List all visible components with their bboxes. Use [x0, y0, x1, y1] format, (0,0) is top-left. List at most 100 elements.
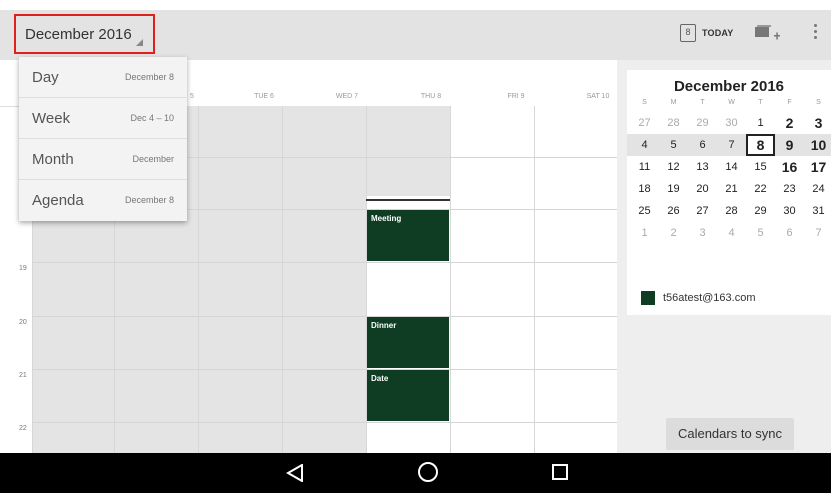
weekday-label: S	[642, 99, 647, 106]
day-column[interactable]	[534, 106, 617, 453]
hour-line	[32, 422, 617, 423]
mini-calendar-day[interactable]: 29	[746, 200, 775, 222]
mini-calendar-day[interactable]: 24	[804, 178, 831, 200]
weekday-label: T	[758, 99, 763, 106]
mini-calendar-day[interactable]: 4	[717, 222, 746, 244]
day-column[interactable]	[198, 106, 282, 453]
mini-calendar-day[interactable]: 28	[659, 112, 688, 134]
hour-label: 20	[19, 319, 27, 326]
mini-calendar-day[interactable]: 2	[659, 222, 688, 244]
weekday-label: F	[787, 99, 792, 106]
hour-line	[32, 316, 617, 317]
mini-calendar-day[interactable]: 23	[775, 178, 804, 200]
mini-calendar-day[interactable]: 20	[688, 178, 717, 200]
calendar-account-row[interactable]: t56atest@163.com	[627, 280, 831, 315]
today-label: TODAY	[702, 28, 734, 38]
weekday-label: T	[700, 99, 705, 106]
menu-item-day[interactable]: Day December 8	[19, 57, 187, 98]
current-time-line	[366, 199, 450, 201]
mini-calendar-day[interactable]: 10	[804, 134, 831, 156]
mini-calendar-day[interactable]: 26	[659, 200, 688, 222]
hour-label: 22	[19, 425, 27, 432]
day-column[interactable]	[450, 106, 534, 453]
view-dropdown-menu: Day December 8 Week Dec 4 – 10 Month Dec…	[19, 57, 187, 221]
menu-item-sublabel: December	[132, 154, 174, 164]
mini-calendar-day[interactable]: 21	[717, 178, 746, 200]
mini-calendar-day[interactable]: 13	[688, 156, 717, 178]
past-time-shade	[366, 106, 450, 196]
menu-item-week[interactable]: Week Dec 4 – 10	[19, 98, 187, 139]
mini-calendar-day[interactable]: 6	[688, 134, 717, 156]
menu-item-label: Month	[32, 151, 74, 168]
hour-line	[32, 262, 617, 263]
mini-calendar-day[interactable]: 12	[659, 156, 688, 178]
mini-calendar-day[interactable]: 30	[775, 200, 804, 222]
mini-calendar-day[interactable]: 27	[630, 112, 659, 134]
mini-calendar-day[interactable]: 31	[804, 200, 831, 222]
mini-calendar: December 2016 S M T W T F S 27 28 29 30 1 2 3 4 5 6 7 8 9 10…	[627, 70, 831, 282]
calendar-color-swatch	[641, 291, 655, 305]
mini-calendar-day[interactable]: 7	[804, 222, 831, 244]
mini-calendar-day[interactable]: 16	[775, 156, 804, 178]
mini-calendar-day[interactable]: 5	[746, 222, 775, 244]
menu-item-month[interactable]: Month December	[19, 139, 187, 180]
mini-calendar-day[interactable]: 18	[630, 178, 659, 200]
weekday-label: W	[728, 99, 735, 106]
hour-label: 19	[19, 265, 27, 272]
mini-calendar-day[interactable]: 22	[746, 178, 775, 200]
menu-item-label: Week	[32, 110, 71, 127]
menu-item-sublabel: December 8	[124, 195, 174, 205]
mini-calendar-day[interactable]: 9	[775, 134, 804, 156]
account-email: t56atest@163.com	[663, 292, 756, 304]
mini-calendar-day[interactable]: 29	[688, 112, 717, 134]
home-icon[interactable]	[418, 462, 438, 482]
weekday-label: S	[816, 99, 821, 106]
hour-line	[32, 369, 617, 370]
back-icon[interactable]	[286, 464, 304, 482]
day-header: WED 7	[335, 93, 359, 100]
mini-calendar-day[interactable]: 5	[659, 134, 688, 156]
recent-apps-icon[interactable]	[552, 464, 568, 480]
mini-calendar-day[interactable]: 11	[630, 156, 659, 178]
menu-item-agenda[interactable]: Agenda December 8	[19, 180, 187, 221]
day-column[interactable]	[282, 106, 366, 453]
mini-calendar-day[interactable]: 2	[775, 112, 804, 134]
day-header: TUE 6	[254, 93, 274, 100]
mini-calendar-day[interactable]: 3	[688, 222, 717, 244]
day-header: THU 8	[420, 93, 442, 100]
mini-calendar-day[interactable]: 3	[804, 112, 831, 134]
event-date[interactable]: Date	[367, 370, 449, 421]
menu-item-sublabel: December 8	[124, 72, 174, 82]
today-button[interactable]: 8 TODAY	[680, 24, 734, 42]
calendar-app: December 2016 8 TODAY 5 TUE 6 WED 7 THU …	[0, 0, 831, 493]
mini-calendar-day[interactable]: 4	[630, 134, 659, 156]
day-header: FRI 9	[507, 93, 525, 100]
mini-calendar-day[interactable]: 28	[717, 200, 746, 222]
mini-calendar-day[interactable]: 30	[717, 112, 746, 134]
calendars-to-sync-button[interactable]: Calendars to sync	[666, 418, 794, 450]
dropdown-triangle-icon	[136, 39, 143, 46]
mini-calendar-day[interactable]: 17	[804, 156, 831, 178]
android-nav-bar	[0, 453, 831, 493]
mini-calendar-day[interactable]: 6	[775, 222, 804, 244]
mini-calendar-day[interactable]: 27	[688, 200, 717, 222]
menu-item-label: Agenda	[32, 192, 84, 209]
mini-calendar-day[interactable]: 19	[659, 178, 688, 200]
more-vert-icon[interactable]	[812, 22, 818, 44]
event-dinner[interactable]: Dinner	[367, 317, 449, 368]
today-icon: 8	[680, 24, 696, 42]
mini-calendar-day[interactable]: 1	[746, 112, 775, 134]
month-label: December 2016	[25, 26, 132, 43]
side-panel: December 2016 S M T W T F S 27 28 29 30 1 2 3 4 5 6 7 8 9 10…	[617, 60, 831, 453]
menu-item-sublabel: Dec 4 – 10	[130, 113, 174, 123]
mini-calendar-day[interactable]: 8	[746, 134, 775, 156]
mini-calendar-day[interactable]: 7	[717, 134, 746, 156]
add-event-icon[interactable]	[754, 24, 780, 42]
event-meeting[interactable]: Meeting	[367, 210, 449, 261]
view-switcher-button[interactable]: December 2016	[14, 14, 155, 54]
mini-calendar-day[interactable]: 14	[717, 156, 746, 178]
mini-calendar-day[interactable]: 25	[630, 200, 659, 222]
hour-label: 21	[19, 372, 27, 379]
mini-calendar-day[interactable]: 1	[630, 222, 659, 244]
mini-calendar-day[interactable]: 15	[746, 156, 775, 178]
